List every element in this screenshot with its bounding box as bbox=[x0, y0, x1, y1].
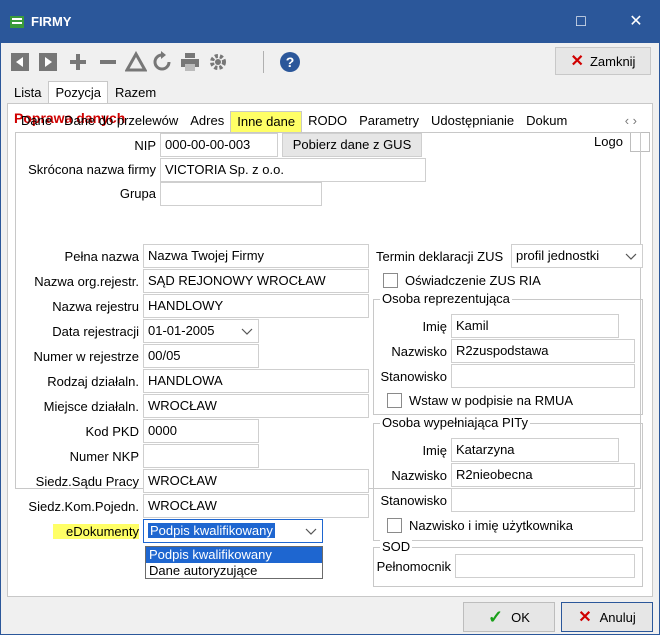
subtab-adres[interactable]: Adres bbox=[184, 111, 230, 132]
chevron-down-icon[interactable] bbox=[241, 325, 253, 337]
tab-lista[interactable]: Lista bbox=[7, 81, 48, 103]
pit-last-field[interactable]: R2nieobecna bbox=[451, 463, 635, 487]
rep-insert-checkbox[interactable] bbox=[387, 393, 402, 408]
siedz-sadu-pracy-field[interactable]: WROCŁAW bbox=[143, 469, 369, 493]
pit-first-field[interactable]: Katarzyna bbox=[451, 438, 619, 462]
rep-position-field[interactable] bbox=[451, 364, 635, 388]
subtab-dokumenty[interactable]: Dokum bbox=[520, 111, 573, 132]
main-tabs: Lista Pozycja Razem bbox=[7, 81, 163, 103]
rodzaj-dzialaln-field[interactable]: HANDLOWA bbox=[143, 369, 369, 393]
osoba-wypelniajaca-title: Osoba wypełniająca PITy bbox=[380, 415, 530, 430]
help-icon[interactable]: ? bbox=[279, 51, 301, 73]
edokumenty-select[interactable]: Podpis kwalifikowany bbox=[143, 519, 323, 543]
zus-value: profil jednostki bbox=[516, 248, 600, 263]
pit-first-label: Imię bbox=[422, 443, 447, 458]
field-label-miejsce-dzialaln: Miejsce działaln. bbox=[43, 399, 139, 414]
field-label-edokumenty: eDokumenty bbox=[53, 524, 139, 539]
siedz-kom-pojedn-field[interactable]: WROCŁAW bbox=[143, 494, 369, 518]
chevron-down-icon[interactable] bbox=[625, 250, 637, 262]
cancel-button-label: Anuluj bbox=[599, 609, 636, 625]
toolbar-separator bbox=[263, 51, 264, 73]
first-record-icon[interactable] bbox=[9, 51, 31, 73]
zus-ria-checkbox[interactable] bbox=[383, 273, 398, 288]
field-label-siedz-sadu-pracy: Siedz.Sądu Pracy bbox=[35, 474, 139, 489]
cancel-icon: ✕ bbox=[578, 609, 592, 626]
close-button[interactable]: ✕ Zamknij bbox=[555, 47, 651, 75]
toolbar: ? ✕ Zamknij bbox=[1, 43, 659, 81]
maximize-button[interactable]: □ bbox=[558, 1, 604, 43]
dropdown-option-dane-autoryzujace[interactable]: Dane autoryzujące bbox=[146, 563, 322, 579]
numer-w-rejestrze-field[interactable]: 00/05 bbox=[143, 344, 259, 368]
tab-scroll-arrows[interactable]: ‹ › bbox=[621, 111, 641, 132]
numer-nkp-field[interactable] bbox=[143, 444, 259, 468]
rep-first-label: Imię bbox=[422, 319, 447, 334]
add-icon[interactable] bbox=[67, 51, 89, 73]
chevron-down-icon[interactable] bbox=[305, 525, 317, 537]
tab-pozycja[interactable]: Pozycja bbox=[48, 81, 108, 103]
subtab-dane[interactable]: Dane bbox=[15, 111, 58, 132]
field-label-nazwa-rejestru: Nazwa rejestru bbox=[52, 299, 139, 314]
check-icon: ✓ bbox=[488, 606, 504, 627]
pit-position-label: Stanowisko bbox=[380, 493, 447, 508]
ok-button-label: OK bbox=[511, 609, 530, 625]
dropdown-option-podpis[interactable]: Podpis kwalifikowany bbox=[146, 547, 322, 563]
pit-position-field[interactable] bbox=[451, 488, 635, 512]
close-window-button[interactable]: ✕ bbox=[613, 1, 659, 43]
field-label-nazwa-org-rejestr: Nazwa org.rejestr. bbox=[34, 274, 139, 289]
field-label-numer-w-rejestrze: Numer w rejestrze bbox=[33, 349, 139, 364]
next-record-icon[interactable] bbox=[37, 51, 59, 73]
field-label-siedz-kom-pojedn: Siedz.Kom.Pojedn. bbox=[28, 499, 139, 514]
data-rejestracji-field[interactable]: 01-01-2005 bbox=[143, 319, 259, 343]
refresh-icon[interactable] bbox=[151, 51, 173, 73]
data-rejestracji-value: 01-01-2005 bbox=[148, 323, 215, 338]
field-label-pelna-nazwa: Pełna nazwa bbox=[64, 249, 139, 264]
title-bar: FIRMY □ ✕ bbox=[1, 1, 659, 43]
rep-last-label: Nazwisko bbox=[391, 344, 447, 359]
print-icon[interactable] bbox=[179, 51, 201, 73]
zus-ria-label: Oświadczenie ZUS RIA bbox=[405, 273, 541, 288]
pit-last-label: Nazwisko bbox=[391, 468, 447, 483]
close-button-label: Zamknij bbox=[589, 53, 636, 69]
window-title: FIRMY bbox=[31, 14, 72, 29]
tab-razem[interactable]: Razem bbox=[108, 81, 163, 103]
nazwa-rejestru-field[interactable]: HANDLOWY bbox=[143, 294, 369, 318]
rep-last-field[interactable]: R2zuspodstawa bbox=[451, 339, 635, 363]
subtab-rodo[interactable]: RODO bbox=[302, 111, 353, 132]
pit-user-label: Nazwisko i imię użytkownika bbox=[409, 518, 573, 533]
svg-text:?: ? bbox=[286, 54, 295, 70]
remove-icon[interactable] bbox=[97, 51, 119, 73]
field-label-data-rejestracji: Data rejestracji bbox=[52, 324, 139, 339]
cancel-button[interactable]: ✕ Anuluj bbox=[561, 602, 653, 632]
field-label-numer-nkp: Numer NKP bbox=[69, 449, 139, 464]
edokumenty-value: Podpis kwalifikowany bbox=[148, 523, 275, 538]
sod-field[interactable] bbox=[455, 554, 635, 578]
rep-insert-label: Wstaw w podpisie na RMUA bbox=[409, 393, 573, 408]
nazwa-org-rejestr-field[interactable]: SĄD REJONOWY WROCŁAW bbox=[143, 269, 369, 293]
pit-user-checkbox[interactable] bbox=[387, 518, 402, 533]
firmy-window: FIRMY □ ✕ ? ✕ Zamknij Lista Pozycja Raze… bbox=[0, 0, 660, 635]
rep-first-field[interactable]: Kamil bbox=[451, 314, 619, 338]
ok-button[interactable]: ✓ OK bbox=[463, 602, 555, 632]
field-label-rodzaj-dzialaln: Rodzaj działaln. bbox=[47, 374, 139, 389]
pelna-nazwa-field[interactable]: Nazwa Twojej Firmy bbox=[143, 244, 369, 268]
sod-title: SOD bbox=[380, 539, 413, 554]
field-label-kod-pkd: Kod PKD bbox=[85, 424, 139, 439]
settings-icon[interactable] bbox=[207, 51, 229, 73]
zus-label: Termin deklaracji ZUS bbox=[376, 249, 504, 264]
sub-tabs: Dane Dane do przelewów Adres Inne dane R… bbox=[15, 111, 641, 133]
subtab-dane-przelewow[interactable]: Dane do przelewów bbox=[58, 111, 184, 132]
osoba-reprezentujaca-title: Osoba reprezentująca bbox=[380, 291, 512, 306]
miejsce-dzialaln-field[interactable]: WROCŁAW bbox=[143, 394, 369, 418]
rep-position-label: Stanowisko bbox=[380, 369, 447, 384]
subtab-inne-dane[interactable]: Inne dane bbox=[230, 111, 303, 132]
close-icon: ✕ bbox=[570, 53, 584, 70]
sod-label: Pełnomocnik bbox=[376, 559, 451, 574]
edokumenty-dropdown: Podpis kwalifikowany Dane autoryzujące bbox=[145, 546, 323, 579]
edit-icon[interactable] bbox=[125, 51, 147, 73]
kod-pkd-field[interactable]: 0000 bbox=[143, 419, 259, 443]
subtab-parametry[interactable]: Parametry bbox=[353, 111, 425, 132]
zus-select[interactable]: profil jednostki bbox=[511, 244, 643, 268]
app-icon bbox=[10, 16, 24, 28]
subtab-udostepnianie[interactable]: Udostępnianie bbox=[425, 111, 520, 132]
